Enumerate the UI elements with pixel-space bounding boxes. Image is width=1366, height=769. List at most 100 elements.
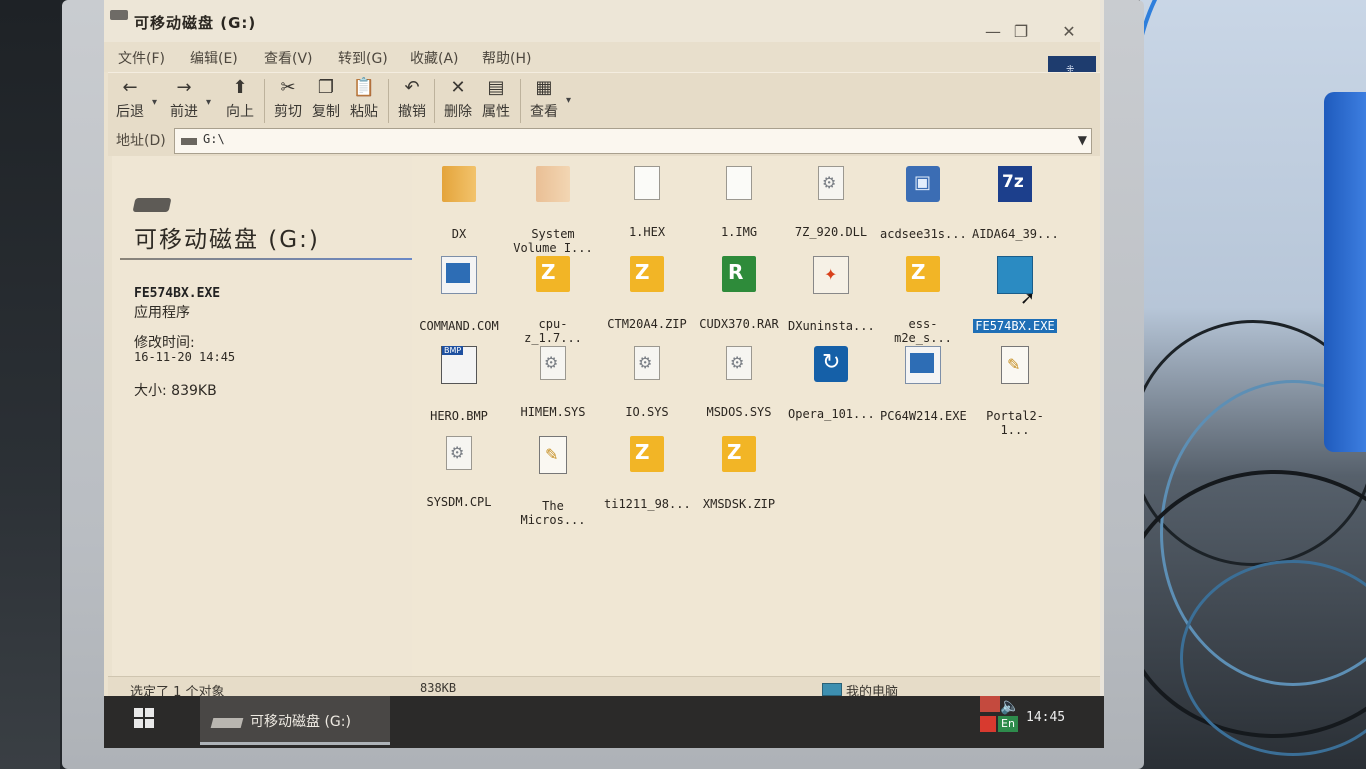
modified-value: 16-11-20 14:45	[134, 350, 236, 364]
back-button[interactable]: ← 后退	[110, 77, 150, 125]
menu-goto[interactable]: 转到(G)	[338, 48, 388, 68]
file-item[interactable]: Opera_101...	[786, 346, 876, 422]
title-bar[interactable]: 可移动磁盘 (G:) — ❐ ✕	[104, 0, 1100, 43]
file-name: DX	[451, 227, 467, 241]
input-flag-icon[interactable]	[980, 716, 996, 732]
address-dropdown-icon[interactable]: ▼	[1078, 133, 1087, 147]
file-item[interactable]: AIDA64_39...	[970, 166, 1060, 242]
file-name: 1.IMG	[720, 225, 758, 239]
file-item[interactable]: CUDX370.RAR	[694, 256, 784, 332]
toolbar: ← 后退 ▾ → 前进 ▾ ⬆ 向上 ✂ 剪切 ❐ 复制 📋 粘贴 ↶ 撤销 ✕…	[108, 72, 1100, 128]
bitmap-icon	[441, 346, 477, 384]
clock: 14:45	[1026, 710, 1066, 725]
system-file-icon	[446, 436, 472, 470]
forward-button[interactable]: → 前进	[164, 77, 204, 125]
file-name: IO.SYS	[625, 405, 669, 419]
status-size: 838KB	[420, 681, 457, 695]
file-name: CTM20A4.ZIP	[607, 317, 687, 331]
taskbar-item-explorer[interactable]: 可移动磁盘 (G:)	[200, 696, 390, 745]
selected-file-name: FE574BX.EXE	[134, 286, 221, 301]
file-item[interactable]: MSDOS.SYS	[694, 346, 784, 420]
menu-help[interactable]: 帮助(H)	[482, 48, 531, 68]
back-dropdown-icon[interactable]: ▾	[152, 97, 157, 108]
opera-installer-icon	[814, 346, 848, 382]
up-folder-icon: ⬆	[232, 77, 248, 98]
menu-view[interactable]: 查看(V)	[264, 48, 313, 68]
file-item[interactable]: HIMEM.SYS	[508, 346, 598, 420]
menu-favorites[interactable]: 收藏(A)	[410, 48, 459, 68]
file-item[interactable]: DX	[414, 166, 504, 242]
windows-logo-icon	[145, 719, 154, 728]
delete-button[interactable]: ✕ 删除	[438, 77, 478, 125]
address-label: 地址(D)	[116, 133, 166, 149]
start-button[interactable]	[134, 708, 168, 732]
windows-logo-icon	[134, 719, 143, 728]
folder-icon	[536, 166, 570, 202]
copy-button[interactable]: ❐ 复制	[306, 77, 346, 125]
cut-button[interactable]: ✂ 剪切	[268, 77, 308, 125]
file-name: MSDOS.SYS	[706, 405, 772, 419]
file-item[interactable]: 7Z_920.DLL	[786, 166, 876, 240]
delete-label: 删除	[444, 104, 472, 120]
text-document-icon	[1001, 346, 1029, 384]
volume-icon[interactable]: 🔈	[1000, 696, 1020, 715]
details-pane: 可移动磁盘 (G:) FE574BX.EXE 应用程序 修改时间: 16-11-…	[112, 156, 412, 676]
menu-file[interactable]: 文件(F)	[118, 48, 165, 68]
paste-button[interactable]: 📋 粘贴	[344, 77, 384, 125]
file-item[interactable]: HERO.BMP	[414, 346, 504, 424]
file-item[interactable]: cpu-z_1.7...	[508, 256, 598, 346]
file-item[interactable]: DXuninsta...	[786, 256, 876, 334]
computer-icon	[822, 683, 842, 696]
system-file-icon	[726, 346, 752, 380]
file-name: ti1211_98...	[604, 497, 691, 511]
views-dropdown-icon[interactable]: ▾	[566, 95, 571, 106]
file-item[interactable]: acdsee31s...	[878, 166, 968, 242]
menu-edit[interactable]: 编辑(E)	[190, 48, 238, 68]
up-button[interactable]: ⬆ 向上	[220, 77, 260, 125]
network-icon[interactable]	[980, 696, 1000, 712]
file-item[interactable]: 1.HEX	[602, 166, 692, 240]
undo-button[interactable]: ↶ 撤销	[392, 77, 432, 125]
file-item[interactable]: COMMAND.COM	[414, 256, 504, 334]
delete-x-icon: ✕	[450, 77, 466, 98]
language-indicator[interactable]: En	[998, 716, 1018, 732]
file-name: CUDX370.RAR	[699, 317, 779, 331]
forward-label: 前进	[170, 104, 198, 120]
file-item[interactable]: IO.SYS	[602, 346, 692, 420]
file-item[interactable]: The Micros...	[508, 436, 598, 528]
properties-button[interactable]: ▤ 属性	[476, 77, 516, 125]
file-item[interactable]: ti1211_98...	[602, 436, 692, 512]
address-input[interactable]: G:\ ▼	[174, 128, 1092, 154]
system-file-icon	[540, 346, 566, 380]
file-name: FE574BX.EXE	[973, 319, 1057, 333]
back-label: 后退	[116, 104, 144, 120]
file-name: AIDA64_39...	[972, 227, 1059, 241]
file-item[interactable]: 1.IMG	[694, 166, 784, 240]
explorer-window: 可移动磁盘 (G:) — ❐ ✕ 文件(F) 编辑(E) 查看(V) 转到(G)…	[104, 0, 1100, 700]
maximize-button[interactable]: ❐	[1008, 22, 1034, 41]
file-item[interactable]: Portal2-1...	[970, 346, 1060, 438]
undo-icon: ↶	[404, 77, 420, 98]
file-item[interactable]: PC64W214.EXE	[878, 346, 968, 424]
text-document-icon	[539, 436, 567, 474]
7z-archive-icon	[998, 166, 1032, 202]
file-item[interactable]: System Volume I...	[508, 166, 598, 256]
up-label: 向上	[226, 104, 254, 120]
minimize-button[interactable]: —	[980, 22, 1006, 41]
forward-dropdown-icon[interactable]: ▾	[206, 97, 211, 108]
file-item[interactable]: SYSDM.CPL	[414, 436, 504, 510]
document-icon	[726, 166, 752, 200]
file-name: HIMEM.SYS	[520, 405, 586, 419]
file-item-selected[interactable]: FE574BX.EXE	[970, 256, 1060, 334]
file-list: DX System Volume I... 1.HEX 1.IMG 7Z_920.DLL…	[412, 156, 1100, 676]
selected-file-type: 应用程序	[134, 305, 190, 321]
folder-icon	[442, 166, 476, 202]
file-item[interactable]: XMSDSK.ZIP	[694, 436, 784, 512]
properties-icon: ▤	[487, 77, 505, 98]
windows-logo-icon	[134, 708, 143, 717]
file-item[interactable]: ess-m2e_s...	[878, 256, 968, 346]
views-button[interactable]: ▦ 查看	[524, 77, 564, 125]
close-button[interactable]: ✕	[1056, 22, 1082, 41]
file-item[interactable]: CTM20A4.ZIP	[602, 256, 692, 332]
title-divider	[120, 258, 412, 260]
